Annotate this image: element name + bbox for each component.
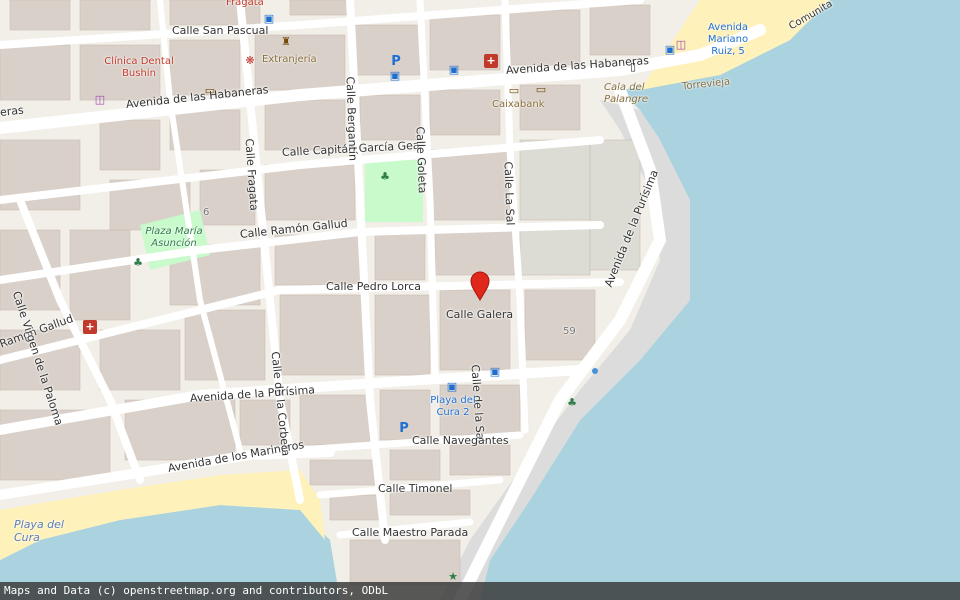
- bus-icon[interactable]: ▣: [445, 380, 459, 394]
- poi-fragata-top[interactable]: Fragata: [226, 0, 264, 8]
- map-attribution: Maps and Data (c) openstreetmap.org and …: [0, 582, 960, 600]
- map-layer: [0, 0, 960, 600]
- parking-icon[interactable]: P: [389, 55, 403, 69]
- toilets-icon[interactable]: ♜: [279, 35, 293, 49]
- bus-icon-galera[interactable]: ▣: [488, 365, 502, 379]
- poi-playa-del-cura[interactable]: Playa del Cura: [14, 518, 74, 544]
- house-number-6: 6: [203, 207, 210, 218]
- shop-icon-mariano[interactable]: ◫: [674, 38, 688, 52]
- pharmacy-icon[interactable]: +: [484, 54, 498, 68]
- street-label-san-pascual: Calle San Pascual: [172, 24, 269, 37]
- street-label-habaneras-edge: eras: [0, 103, 25, 119]
- poi-caixabank[interactable]: Caixabank: [492, 99, 545, 110]
- playground-icon[interactable]: ♣: [378, 170, 392, 184]
- street-label-galera: Calle Galera: [446, 308, 514, 321]
- toilets-icon-habaneras[interactable]: ▯: [626, 60, 640, 74]
- atm-icon-2[interactable]: ▭: [534, 83, 548, 97]
- poi-cala-palangre[interactable]: Cala del Palangre: [604, 82, 654, 106]
- poi-playa-cura-2[interactable]: Playa del Cura 2: [430, 395, 476, 419]
- bus-icon-parking[interactable]: ▣: [388, 69, 402, 83]
- fountain-dot: [592, 368, 598, 374]
- poi-clinica[interactable]: Clínica Dental Bushin: [104, 56, 174, 80]
- poi-plaza-maria[interactable]: Plaza María Asunción: [144, 226, 204, 250]
- street-label-maestro: Calle Maestro Parada: [352, 526, 469, 539]
- bus-icon-habaneras[interactable]: ▣: [447, 63, 461, 77]
- vet-icon[interactable]: ❋: [243, 54, 257, 68]
- atm-icon[interactable]: ▭: [507, 84, 521, 98]
- street-label-timonel: Calle Timonel: [378, 482, 453, 495]
- playground-icon-coast[interactable]: ♣: [565, 396, 579, 410]
- atm-icon-habaneras[interactable]: ▭: [203, 84, 217, 98]
- shop-icon[interactable]: ◫: [93, 93, 107, 107]
- parking-icon-south[interactable]: P: [397, 422, 411, 436]
- street-label-pedro-lorca: Calle Pedro Lorca: [326, 280, 422, 293]
- pharmacy-icon-west[interactable]: +: [83, 320, 97, 334]
- street-label-la-sal: Calle La Sal: [501, 161, 517, 226]
- house-number-59: 59: [563, 326, 576, 337]
- street-label-navegantes: Calle Navegantes: [412, 434, 509, 447]
- street-label-goleta: Calle Goleta: [413, 126, 429, 194]
- poi-avenida-mariano[interactable]: Avenida Mariano Ruiz, 5: [700, 22, 756, 58]
- playground-icon-plaza[interactable]: ♣: [131, 256, 145, 270]
- map-canvas[interactable]: Calle San Pascual Avenida de las Habaner…: [0, 0, 960, 600]
- poi-extranjeria[interactable]: Extranjería: [262, 54, 317, 65]
- bus-icon-top[interactable]: ▣: [262, 12, 276, 26]
